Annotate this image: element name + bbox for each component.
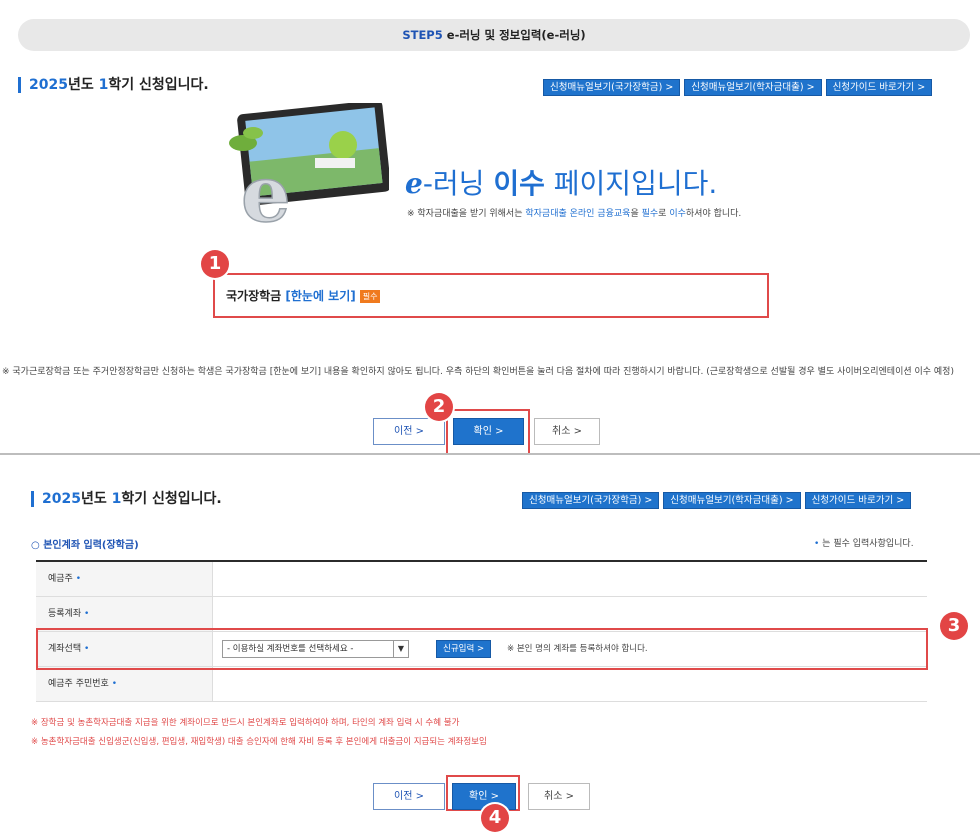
account-holder-field[interactable] xyxy=(213,562,927,596)
account-select-highlight-frame xyxy=(36,628,928,670)
guide-button[interactable]: 신청가이드 바로가기 > xyxy=(804,492,912,509)
registered-account-field[interactable] xyxy=(213,597,927,631)
hero-title: e-러닝 이수 페이지입니다. xyxy=(405,167,718,200)
row-label: 예금주 • xyxy=(36,562,213,596)
guide-button[interactable]: 신청가이드 바로가기 > xyxy=(825,79,933,96)
required-note: • 는 필수 입력사항입니다. xyxy=(814,539,914,549)
marker-4: 4 xyxy=(481,804,509,832)
ok-button[interactable]: 확인 > xyxy=(453,418,524,445)
row-label: 등록계좌 • xyxy=(36,597,213,631)
manual-loan-button[interactable]: 신청매뉴얼보기(학자금대출) > xyxy=(663,492,801,509)
hero-note: ※ 학자금대출을 받기 위해서는 학자금대출 온라인 금융교육을 필수로 이수하… xyxy=(407,209,742,219)
step-label: STEP5 xyxy=(402,28,443,42)
account-section-heading: ○ 본인계좌 입력(장학금) xyxy=(31,540,139,551)
manual-scholarship-button[interactable]: 신청매뉴얼보기(국가장학금) > xyxy=(522,492,660,509)
table-row: 등록계좌 • xyxy=(36,597,927,632)
tablet-illustration: e xyxy=(229,103,389,227)
section-divider xyxy=(0,453,980,455)
row-label: 예금주 주민번호 • xyxy=(36,667,213,701)
prev-button[interactable]: 이전 > xyxy=(373,418,445,445)
notice-text: ※ 국가근로장학금 또는 주거안정장학금만 신청하는 학생은 국가장학금 [한눈… xyxy=(2,367,954,377)
step-bar: STEP5 e-러닝 및 정보입력(e-러닝) xyxy=(18,19,970,51)
svg-text:e: e xyxy=(241,149,291,227)
marker-2: 2 xyxy=(425,393,453,421)
warning-text-1: ※ 장학금 및 농촌학자금대출 지급을 위한 계좌이므로 반드시 본인계좌로 입… xyxy=(31,718,460,728)
circle-bullet-icon: ○ xyxy=(31,540,44,551)
section-title: 2025년도 1학기 신청입니다. xyxy=(31,491,222,507)
table-row: 예금주 주민번호 • xyxy=(36,667,927,702)
cancel-button[interactable]: 취소 > xyxy=(534,418,600,445)
cancel-button[interactable]: 취소 > xyxy=(528,783,590,810)
manual-scholarship-button[interactable]: 신청매뉴얼보기(국가장학금) > xyxy=(543,79,681,96)
view-at-a-glance-link[interactable]: [한눈에 보기] xyxy=(285,289,355,303)
page-title: 2025년도 1학기 신청입니다. xyxy=(18,77,209,93)
manual-buttons-2: 신청매뉴얼보기(국가장학금) > 신청매뉴얼보기(학자금대출) > 신청가이드 … xyxy=(522,492,912,509)
marker-1: 1 xyxy=(201,250,229,278)
prev-button[interactable]: 이전 > xyxy=(373,783,445,810)
required-badge: 필수 xyxy=(359,290,381,303)
table-row: 예금주 • xyxy=(36,562,927,597)
ok-button[interactable]: 확인 > xyxy=(452,783,516,810)
warning-text-2: ※ 농촌학자금대출 신입생군(신입생, 편입생, 재입학생) 대출 승인자에 한… xyxy=(31,737,487,747)
step-title: e-러닝 및 정보입력(e-러닝) xyxy=(446,28,586,42)
manual-loan-button[interactable]: 신청매뉴얼보기(학자금대출) > xyxy=(684,79,822,96)
national-scholarship-item: 국가장학금 [한눈에 보기] 필수 xyxy=(226,287,381,304)
marker-3: 3 xyxy=(940,612,968,640)
manual-buttons: 신청매뉴얼보기(국가장학금) > 신청매뉴얼보기(학자금대출) > 신청가이드 … xyxy=(543,79,933,96)
resident-number-field[interactable] xyxy=(213,667,927,701)
